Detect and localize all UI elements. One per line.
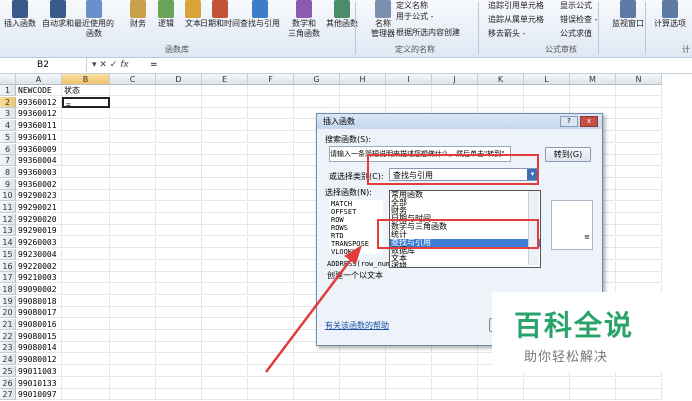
watermark-subtitle: 助你轻松解决: [524, 350, 609, 365]
watermark: 百科全说 助你轻松解决: [492, 292, 668, 372]
watermark-title: 百科全说: [514, 309, 635, 342]
